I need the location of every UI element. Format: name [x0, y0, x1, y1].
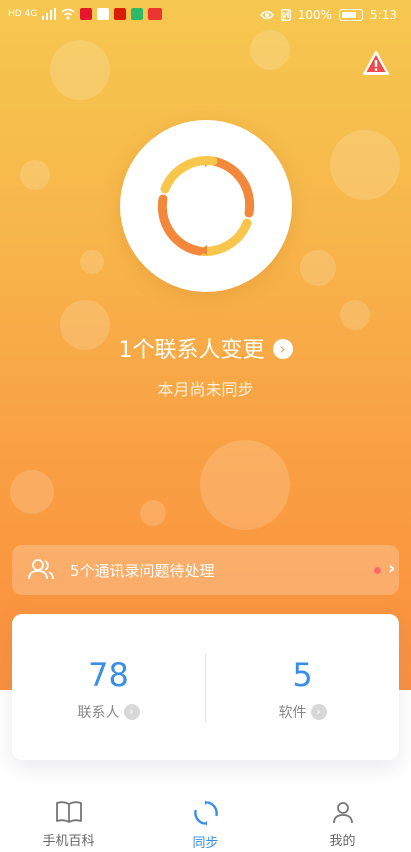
- clock: 5:13: [370, 8, 397, 22]
- decor-bubble: [330, 130, 400, 200]
- decor-bubble: [340, 300, 370, 330]
- sync-icon: [193, 800, 218, 826]
- decor-bubble: [140, 500, 166, 526]
- app-icon: [97, 8, 110, 20]
- headline-text: 1个联系人变更: [118, 338, 265, 363]
- sync-ring-icon: [157, 156, 255, 256]
- decor-bubble: [200, 440, 290, 530]
- user-icon: [332, 802, 353, 824]
- contacts-icon: [28, 559, 54, 580]
- apps-count: 5: [292, 656, 313, 694]
- nfc-icon: [280, 9, 291, 21]
- battery-percent: 100%: [297, 8, 333, 22]
- apps-stat[interactable]: 5 软件 ›: [206, 614, 399, 760]
- tab-mine[interactable]: 我的: [274, 800, 411, 849]
- signal-icon: [42, 8, 57, 20]
- stats-card: 78 联系人 › 5 软件 ›: [12, 614, 399, 760]
- book-icon: [55, 801, 82, 823]
- sync-status-text: 本月尚未同步: [157, 380, 254, 399]
- contact-change-headline[interactable]: 1个联系人变更 ›: [0, 332, 411, 364]
- chevron-right-icon: ›: [310, 704, 327, 720]
- tab-sync[interactable]: 同步: [137, 800, 274, 851]
- chevron-right-icon: ›: [388, 558, 396, 579]
- decor-bubble: [10, 470, 54, 514]
- hero-section: HD 4G 100% 5:13 1个联系人变更 › 本月尚未同步 5个通讯录问题…: [0, 0, 411, 690]
- decor-bubble: [80, 250, 104, 274]
- contact-issues-bar[interactable]: 5个通讯录问题待处理 ›: [12, 545, 399, 595]
- app-icon: [114, 8, 127, 20]
- status-bar: HD 4G 100% 5:13: [0, 0, 411, 32]
- contacts-label: 联系人: [77, 705, 120, 721]
- sync-button[interactable]: [120, 120, 292, 292]
- chevron-right-icon: ›: [272, 339, 293, 359]
- battery-icon: [339, 9, 364, 21]
- decor-bubble: [50, 40, 110, 100]
- bottom-tab-bar: 手机百科 同步 我的: [0, 790, 411, 852]
- play-icon: [131, 8, 144, 20]
- news-icon: [148, 8, 163, 20]
- decor-bubble: [300, 250, 336, 286]
- decor-bubble: [250, 30, 290, 70]
- eye-icon: [259, 10, 274, 20]
- notification-dot: [374, 567, 381, 574]
- weibo-icon: [80, 8, 93, 20]
- contacts-count: 78: [88, 656, 129, 694]
- tab-label: 同步: [192, 836, 219, 851]
- network-label: HD 4G: [8, 9, 38, 19]
- tab-label: 我的: [329, 834, 356, 849]
- contacts-stat[interactable]: 78 联系人 ›: [12, 614, 205, 760]
- warning-icon[interactable]: [362, 50, 390, 76]
- issues-text: 5个通讯录问题待处理: [70, 562, 215, 580]
- tab-label: 手机百科: [42, 834, 95, 849]
- decor-bubble: [20, 160, 50, 190]
- chevron-right-icon: ›: [123, 704, 140, 720]
- apps-label: 软件: [278, 705, 307, 721]
- wifi-icon: [61, 8, 75, 20]
- tab-phone-encyclopedia[interactable]: 手机百科: [0, 800, 137, 849]
